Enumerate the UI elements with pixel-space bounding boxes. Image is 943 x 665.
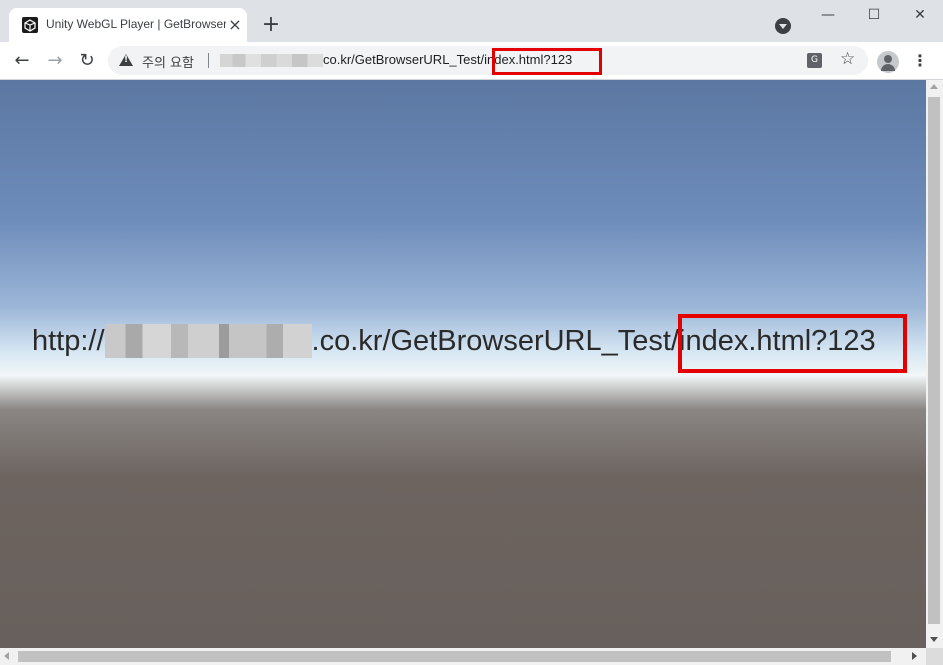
url-path: .co.kr/GetBrowserURL_Test/ (311, 325, 679, 357)
minimize-button[interactable]: — (805, 0, 851, 30)
menu-icon[interactable]: ⋮ (911, 50, 929, 72)
scrollbar-corner (926, 648, 943, 665)
security-status[interactable]: 주의 요함 (142, 52, 194, 71)
tab-title: Unity WebGL Player | GetBrowserURL_Test (46, 17, 226, 31)
vertical-scrollbar[interactable] (926, 80, 943, 648)
url-scheme: http:// (32, 325, 105, 357)
scroll-left-icon[interactable] (4, 652, 9, 660)
unity-logo-icon (22, 17, 38, 33)
separator (208, 53, 209, 68)
forward-button[interactable]: → (42, 48, 68, 74)
tab-close-icon[interactable]: × (226, 16, 244, 34)
horizontal-scrollbar[interactable] (0, 648, 926, 665)
browser-toolbar: ← → ↻ 주의 요함 co.kr/GetBrowserURL_Test/ind… (0, 42, 943, 80)
warning-icon[interactable] (119, 54, 133, 66)
scroll-down-icon[interactable] (930, 637, 938, 642)
url-highlight-box (492, 48, 602, 75)
reload-button[interactable]: ↻ (74, 48, 100, 74)
browser-tab[interactable]: Unity WebGL Player | GetBrowserURL_Test … (9, 8, 247, 42)
url-path: co.kr/GetBrowserURL_Test/ (323, 52, 485, 67)
scroll-thumb[interactable] (18, 651, 891, 662)
obscured-host (220, 54, 323, 67)
unity-webgl-canvas[interactable]: http://.co.kr/GetBrowserURL_Test/index.h… (0, 80, 926, 648)
title-bar: Unity WebGL Player | GetBrowserURL_Test … (0, 0, 943, 42)
translate-icon[interactable]: G (807, 53, 822, 68)
back-button[interactable]: ← (9, 48, 35, 74)
close-window-button[interactable]: ✕ (897, 0, 943, 30)
star-icon[interactable]: ☆ (840, 49, 855, 69)
tab-search-icon[interactable] (775, 18, 791, 34)
obscured-host (104, 324, 312, 358)
address-bar[interactable]: 주의 요함 co.kr/GetBrowserURL_Test/index.htm… (108, 46, 868, 75)
url-highlight-box (678, 314, 907, 373)
maximize-button[interactable]: ☐ (851, 0, 897, 30)
scroll-right-icon[interactable] (912, 652, 917, 660)
scroll-thumb[interactable] (928, 97, 940, 624)
profile-avatar-icon[interactable] (877, 51, 899, 73)
new-tab-button[interactable]: + (259, 13, 283, 37)
scroll-up-icon[interactable] (930, 84, 938, 89)
